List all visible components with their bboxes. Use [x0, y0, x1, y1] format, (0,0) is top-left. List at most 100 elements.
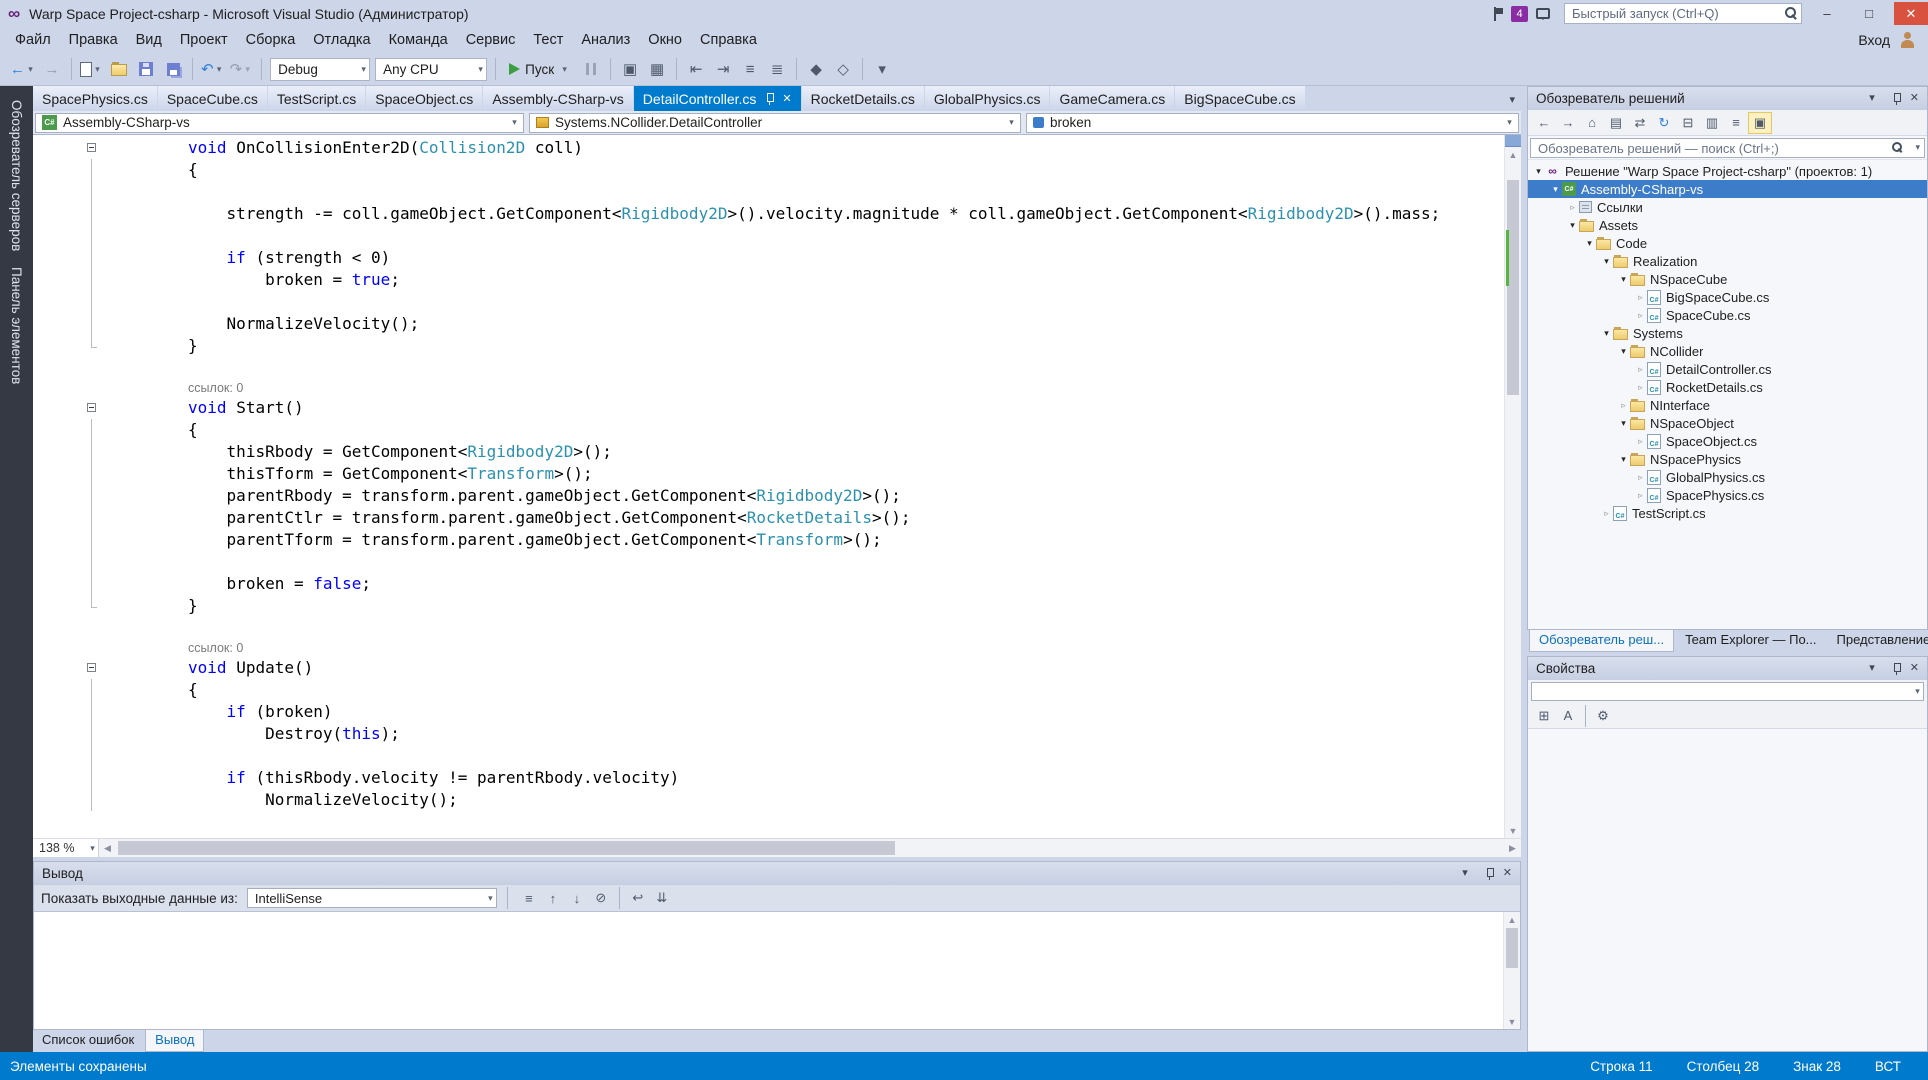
tree-expanded-arrow-icon[interactable]: ▾ — [1549, 184, 1562, 195]
chevron-down-icon[interactable]: ▾ — [1501, 117, 1518, 128]
menu-item[interactable]: Тест — [524, 29, 572, 51]
zoom-dropdown[interactable]: 138 % ▾ — [33, 839, 99, 857]
output-next-message-button[interactable]: ↓ — [566, 887, 588, 909]
autohide-tab[interactable]: Обозреватель серверов — [9, 92, 24, 259]
tree-item[interactable]: ▹C#RocketDetails.cs — [1528, 378, 1927, 396]
close-icon[interactable]: ✕ — [782, 92, 791, 105]
menu-item[interactable]: Проект — [171, 29, 237, 51]
document-tab[interactable]: RocketDetails.cs — [802, 86, 924, 111]
tree-collapsed-arrow-icon[interactable]: ▹ — [1634, 364, 1647, 375]
quick-launch-input[interactable] — [1564, 3, 1802, 24]
tree-expanded-arrow-icon[interactable]: ▾ — [1532, 166, 1545, 177]
se-navigate-back-button[interactable]: ← — [1532, 112, 1556, 134]
sign-in-button[interactable]: Вход — [1858, 32, 1890, 48]
menu-item[interactable]: Сервис — [457, 29, 525, 51]
tree-item[interactable]: ▹C#SpaceObject.cs — [1528, 432, 1927, 450]
minimize-button[interactable]: – — [1810, 2, 1844, 25]
increase-indent-button[interactable]: ⇥ — [710, 56, 736, 82]
output-clear-all-button[interactable]: ⊘ — [590, 887, 612, 909]
undo-button[interactable]: ↶▾ — [199, 56, 227, 82]
tree-item[interactable]: ▹C#GlobalPhysics.cs — [1528, 468, 1927, 486]
window-position-chevron-icon[interactable]: ▾ — [1462, 868, 1468, 879]
props-categorized-button[interactable]: ⊞ — [1532, 705, 1556, 727]
se-switch-views-button[interactable]: ▤ — [1604, 112, 1628, 134]
menu-item[interactable]: Правка — [60, 29, 127, 51]
output-goto-message-button[interactable]: ≡ — [518, 887, 540, 909]
tree-item[interactable]: ▾Assets — [1528, 216, 1927, 234]
chevron-down-icon[interactable]: ▾ — [358, 64, 369, 75]
autohide-tab[interactable]: Панель элементов — [9, 259, 24, 392]
close-icon[interactable]: ✕ — [1503, 868, 1512, 879]
menu-item[interactable]: Вид — [127, 29, 171, 51]
tree-item[interactable]: ▹NInterface — [1528, 396, 1927, 414]
chevron-down-icon[interactable]: ▾ — [25, 64, 36, 75]
chevron-down-icon[interactable]: ▾ — [485, 893, 496, 904]
menu-item[interactable]: Команда — [380, 29, 457, 51]
menu-item[interactable]: Отладка — [304, 29, 379, 51]
tree-item[interactable]: ▹C#SpacePhysics.cs — [1528, 486, 1927, 504]
output-content[interactable]: ▲ ▼ — [34, 912, 1520, 1029]
scroll-down-arrow[interactable]: ▼ — [1505, 823, 1521, 838]
uncomment-selection-button[interactable]: ≣ — [764, 56, 790, 82]
properties-header[interactable]: Свойства ▾ ✕ — [1528, 657, 1927, 680]
tree-collapsed-arrow-icon[interactable]: ▹ — [1634, 436, 1647, 447]
chevron-down-icon[interactable]: ▾ — [1915, 142, 1920, 153]
document-tab[interactable]: DetailController.cs✕ — [634, 86, 801, 111]
code-editor[interactable]: void OnCollisionEnter2D(Collision2D coll… — [33, 135, 1521, 838]
menu-item[interactable]: Справка — [691, 29, 766, 51]
save-all-button[interactable] — [160, 56, 186, 82]
document-tab[interactable]: GameCamera.cs — [1050, 86, 1174, 111]
vertical-scroll-thumb[interactable] — [1507, 180, 1519, 395]
new-file-button[interactable]: ▾ — [78, 56, 105, 82]
user-avatar-icon[interactable] — [1899, 32, 1916, 48]
solution-configurations-combo[interactable]: Debug▾ — [270, 58, 370, 81]
notifications-flag-icon[interactable] — [1493, 7, 1503, 21]
notifications-badge[interactable]: 4 — [1511, 6, 1528, 22]
output-scroll-thumb[interactable] — [1506, 928, 1518, 968]
tree-expanded-arrow-icon[interactable]: ▾ — [1617, 346, 1630, 357]
se-navigate-forward-button[interactable]: → — [1556, 112, 1580, 134]
tree-collapsed-arrow-icon[interactable]: ▹ — [1566, 202, 1579, 213]
decrease-indent-button[interactable]: ⇤ — [683, 56, 709, 82]
tree-expanded-arrow-icon[interactable]: ▾ — [1617, 418, 1630, 429]
document-tab[interactable]: Assembly-CSharp-vs — [483, 86, 632, 111]
tree-collapsed-arrow-icon[interactable]: ▹ — [1617, 400, 1630, 411]
horizontal-scroll-thumb[interactable] — [118, 841, 895, 855]
find-in-files-button[interactable]: ▣ — [617, 56, 643, 82]
bookmark-window-button[interactable]: ◇ — [830, 56, 856, 82]
close-icon[interactable]: ✕ — [1910, 93, 1919, 104]
scroll-up-arrow[interactable]: ▲ — [1505, 147, 1521, 162]
tree-expanded-arrow-icon[interactable]: ▾ — [1566, 220, 1579, 231]
tree-item[interactable]: ▾Systems — [1528, 324, 1927, 342]
tree-item[interactable]: ▾C#Assembly-CSharp-vs — [1528, 180, 1927, 198]
maximize-button[interactable]: □ — [1852, 2, 1886, 25]
window-position-chevron-icon[interactable]: ▾ — [1869, 93, 1875, 104]
tree-item[interactable]: ▾NSpacePhysics — [1528, 450, 1927, 468]
document-tab[interactable]: TestScript.cs — [268, 86, 365, 111]
document-tab[interactable]: GlobalPhysics.cs — [925, 86, 1050, 111]
document-tab[interactable]: BigSpaceCube.cs — [1175, 86, 1304, 111]
collapse-region-toggle-icon[interactable] — [87, 143, 96, 152]
tree-item[interactable]: ▹Ссылки — [1528, 198, 1927, 216]
se-show-all-files-button[interactable]: ▥ — [1700, 112, 1724, 134]
project-dropdown[interactable]: C# Assembly-CSharp-vs ▾ — [35, 113, 524, 133]
se-sync-active-document-button[interactable]: ⇄ — [1628, 112, 1652, 134]
tree-item[interactable]: ▾∞Решение "Warp Space Project-csharp" (п… — [1528, 162, 1927, 180]
tab-list-chevron-icon[interactable]: ▾ — [1509, 93, 1515, 106]
panel-tab[interactable]: Вывод — [145, 1030, 204, 1052]
se-properties-button[interactable]: ≡ — [1724, 112, 1748, 134]
close-button[interactable]: ✕ — [1894, 2, 1928, 25]
output-word-wrap-button[interactable]: ↩ — [627, 887, 649, 909]
tree-item[interactable]: ▹C#SpaceCube.cs — [1528, 306, 1927, 324]
tree-collapsed-arrow-icon[interactable]: ▹ — [1634, 292, 1647, 303]
se-collapse-all-button[interactable]: ⊟ — [1676, 112, 1700, 134]
chevron-down-icon[interactable]: ▾ — [214, 64, 225, 75]
tree-expanded-arrow-icon[interactable]: ▾ — [1617, 454, 1630, 465]
tree-item[interactable]: ▾NSpaceObject — [1528, 414, 1927, 432]
toolbar-options-button[interactable]: ▾ — [869, 56, 895, 82]
se-home-button[interactable]: ⌂ — [1580, 112, 1604, 134]
props-property-pages-button[interactable]: ⚙ — [1591, 705, 1615, 727]
pin-icon[interactable] — [1892, 92, 1902, 106]
tree-item[interactable]: ▾NCollider — [1528, 342, 1927, 360]
document-tab[interactable]: SpacePhysics.cs — [33, 86, 157, 111]
